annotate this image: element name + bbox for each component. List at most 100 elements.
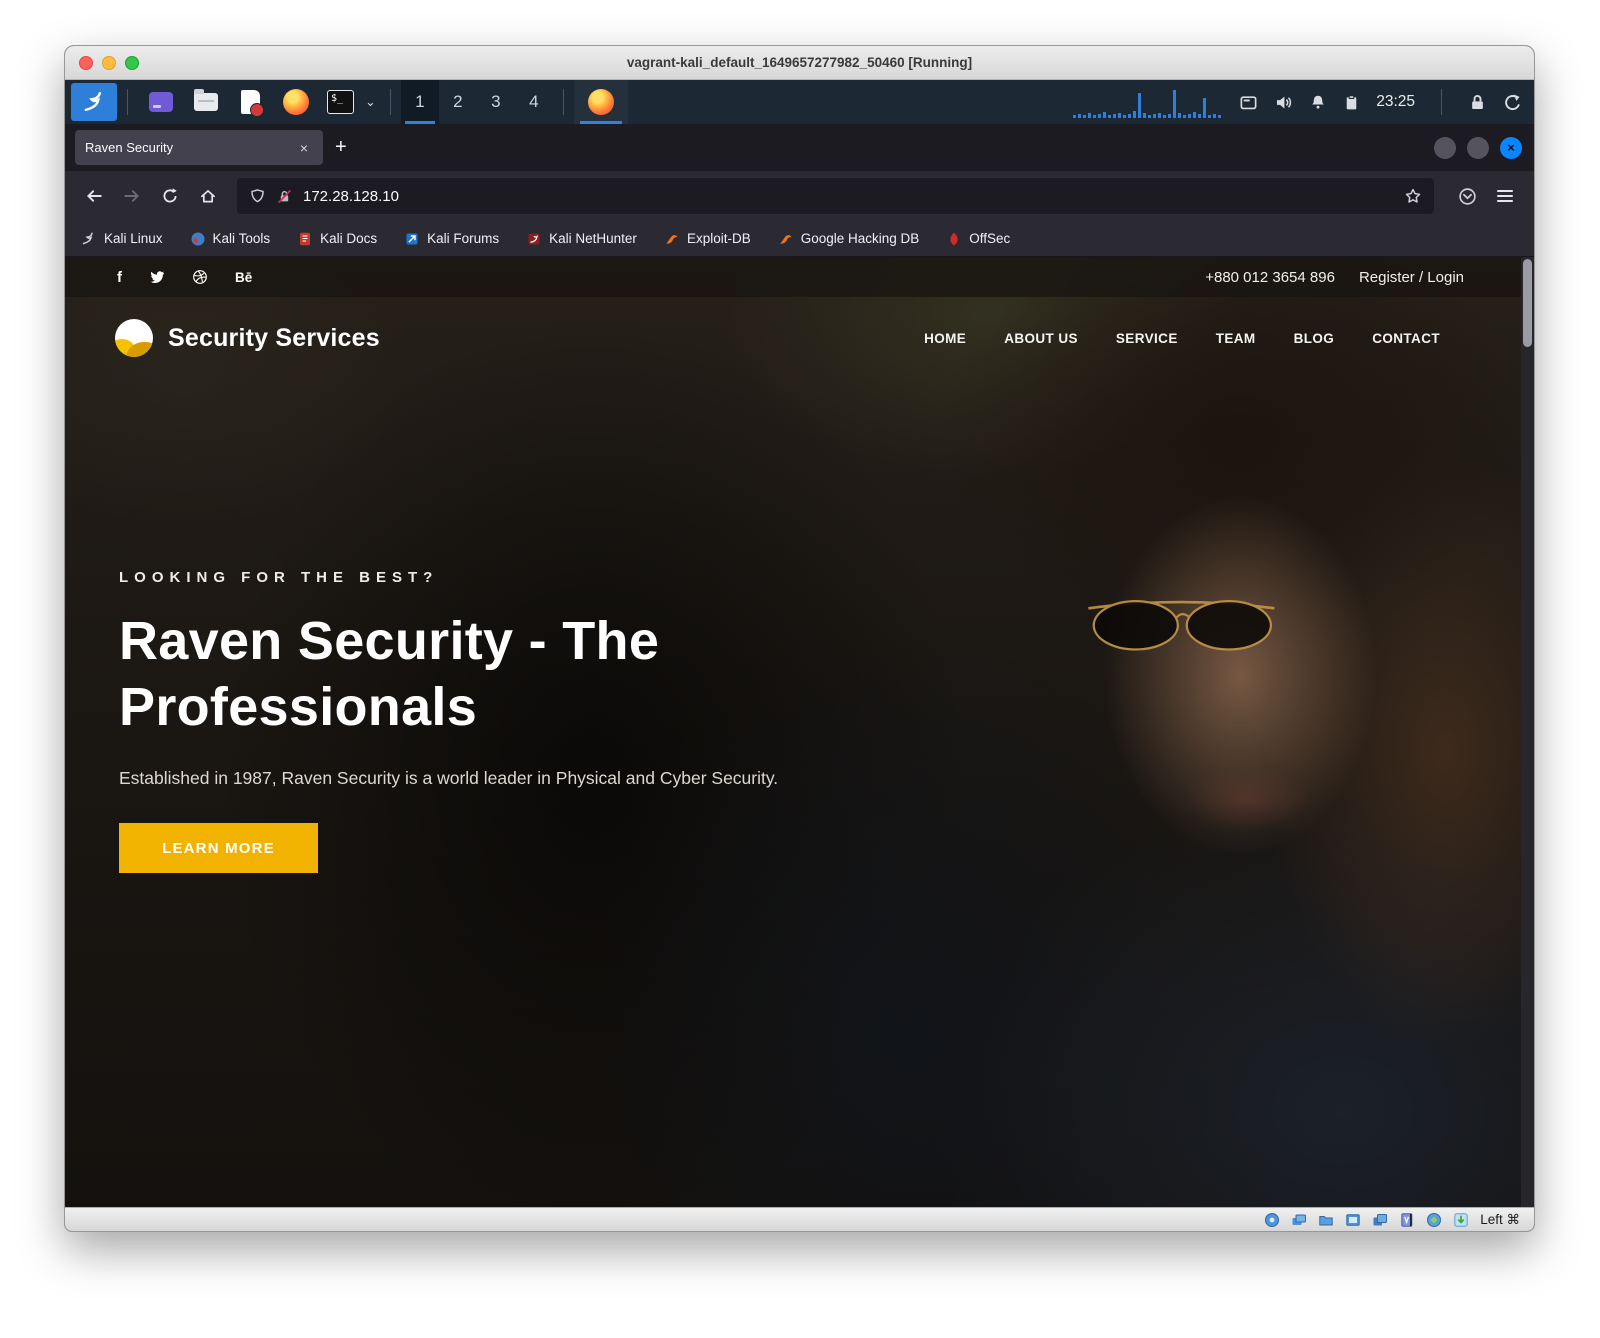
bookmark-kali-forums[interactable]: Kali Forums bbox=[404, 231, 499, 247]
tracking-shield-icon[interactable] bbox=[249, 188, 266, 205]
firefox-tab-bar: Raven Security × + × bbox=[65, 124, 1534, 171]
bookmark-kali-linux[interactable]: Kali Linux bbox=[81, 231, 163, 247]
nav-home[interactable]: HOME bbox=[924, 331, 966, 346]
nav-blog[interactable]: BLOG bbox=[1294, 331, 1335, 346]
volume-indicator[interactable] bbox=[1274, 93, 1293, 112]
back-arrow-icon bbox=[85, 187, 103, 205]
clipboard-icon bbox=[1343, 94, 1360, 111]
site-header: Security Services HOME ABOUT US SERVICE … bbox=[65, 297, 1534, 379]
url-bar[interactable]: 172.28.128.10 bbox=[237, 178, 1434, 214]
panel-clock[interactable]: 23:25 bbox=[1376, 93, 1415, 111]
lock-screen-button[interactable] bbox=[1468, 93, 1487, 112]
tab-close-button[interactable]: × bbox=[295, 138, 313, 158]
bell-icon bbox=[1309, 93, 1327, 111]
dribbble-icon[interactable] bbox=[192, 269, 208, 285]
tab-raven-security[interactable]: Raven Security × bbox=[75, 130, 323, 165]
host-io-indicator-icon bbox=[1453, 1212, 1469, 1228]
hero-section: LOOKING FOR THE BEST? Raven Security - T… bbox=[119, 569, 839, 873]
logout-button[interactable] bbox=[1503, 93, 1522, 112]
forward-button[interactable] bbox=[115, 179, 149, 213]
recording-indicator-icon bbox=[1372, 1212, 1388, 1228]
pocket-button[interactable] bbox=[1450, 179, 1484, 213]
panel-separator bbox=[390, 89, 391, 115]
home-button[interactable] bbox=[191, 179, 225, 213]
site-logo[interactable]: Security Services bbox=[115, 319, 380, 357]
launcher-firefox[interactable] bbox=[282, 89, 309, 116]
bookmark-kali-docs[interactable]: Kali Docs bbox=[297, 231, 377, 247]
logo-icon bbox=[115, 319, 153, 357]
window-title: vagrant-kali_default_1649657277982_50460… bbox=[65, 55, 1534, 70]
kali-menu-button[interactable] bbox=[71, 83, 117, 121]
reload-button[interactable] bbox=[153, 179, 187, 213]
brand-name: Security Services bbox=[168, 324, 380, 353]
firefox-icon bbox=[283, 89, 309, 115]
learn-more-button[interactable]: LEARN MORE bbox=[119, 823, 318, 873]
menu-button[interactable] bbox=[1488, 179, 1522, 213]
power-icon bbox=[1503, 93, 1522, 112]
bookmark-star-icon[interactable] bbox=[1404, 187, 1422, 205]
launcher-appearance[interactable] bbox=[147, 89, 174, 116]
bookmark-kali-tools[interactable]: Kali Tools bbox=[190, 231, 271, 247]
browser-maximize-button[interactable] bbox=[1467, 137, 1489, 159]
virtualbox-statusbar: Left ⌘ bbox=[65, 1207, 1534, 1231]
bookmark-offsec[interactable]: OffSec bbox=[946, 231, 1010, 247]
kali-nethunter-icon bbox=[526, 231, 542, 247]
workspace-2[interactable]: 2 bbox=[439, 80, 477, 124]
register-login-link[interactable]: Register / Login bbox=[1359, 269, 1464, 286]
cpu-graph[interactable] bbox=[1073, 86, 1223, 118]
insecure-lock-icon[interactable] bbox=[276, 188, 293, 205]
facebook-icon[interactable]: f bbox=[117, 269, 122, 286]
url-text[interactable]: 172.28.128.10 bbox=[303, 188, 1394, 205]
browser-close-button[interactable]: × bbox=[1500, 137, 1522, 159]
speaker-icon bbox=[1274, 93, 1293, 112]
panel-separator bbox=[563, 89, 564, 115]
browser-minimize-button[interactable] bbox=[1434, 137, 1456, 159]
back-button[interactable] bbox=[77, 179, 111, 213]
window-titlebar[interactable]: vagrant-kali_default_1649657277982_50460… bbox=[65, 46, 1534, 80]
notifications-indicator[interactable] bbox=[1309, 93, 1327, 111]
behance-icon[interactable]: Bē bbox=[235, 270, 252, 285]
hamburger-icon bbox=[1497, 190, 1513, 203]
kali-dragon-icon bbox=[81, 89, 107, 115]
nav-about-us[interactable]: ABOUT US bbox=[1004, 331, 1078, 346]
bookmark-kali-nethunter[interactable]: Kali NetHunter bbox=[526, 231, 637, 247]
twitter-icon[interactable] bbox=[149, 269, 165, 285]
bookmark-exploit-db[interactable]: Exploit-DB bbox=[664, 231, 751, 247]
workspace-3[interactable]: 3 bbox=[477, 80, 515, 124]
home-icon bbox=[199, 187, 217, 205]
workspace-4[interactable]: 4 bbox=[515, 80, 553, 124]
folder-icon bbox=[194, 93, 218, 111]
new-tab-button[interactable]: + bbox=[323, 136, 359, 159]
nav-team[interactable]: TEAM bbox=[1216, 331, 1256, 346]
hero-title: Raven Security - The Professionals bbox=[119, 608, 839, 740]
offsec-icon bbox=[946, 231, 962, 247]
main-navigation: HOME ABOUT US SERVICE TEAM BLOG CONTACT bbox=[924, 331, 1440, 346]
launcher-file-manager[interactable] bbox=[192, 89, 219, 116]
launcher-text-editor[interactable] bbox=[237, 89, 264, 116]
display-indicator-icon bbox=[1345, 1212, 1361, 1228]
sunglasses-graphic bbox=[1083, 594, 1280, 657]
scrollbar-thumb[interactable] bbox=[1523, 259, 1532, 347]
taskbar-firefox-window[interactable] bbox=[574, 80, 628, 124]
workspace-1[interactable]: 1 bbox=[401, 80, 439, 124]
monitor-icon bbox=[1239, 93, 1258, 112]
features-indicator-icon bbox=[1399, 1212, 1415, 1228]
phone-number: +880 012 3654 896 bbox=[1205, 269, 1335, 286]
launcher-terminal[interactable]: $_ bbox=[327, 89, 354, 116]
pocket-icon bbox=[1458, 187, 1477, 206]
page-scrollbar[interactable] bbox=[1521, 257, 1534, 1207]
site-topbar: f Bē +880 012 3654 896 Register / Login bbox=[65, 257, 1534, 297]
bookmark-google-hacking-db[interactable]: Google Hacking DB bbox=[778, 231, 920, 247]
lock-icon bbox=[1468, 93, 1487, 112]
kali-tools-icon bbox=[190, 231, 206, 247]
clipboard-indicator[interactable] bbox=[1343, 94, 1360, 111]
screen-indicator[interactable] bbox=[1239, 93, 1258, 112]
nav-service[interactable]: SERVICE bbox=[1116, 331, 1178, 346]
bookmarks-toolbar: Kali Linux Kali Tools Kali Docs Kali For… bbox=[65, 221, 1534, 257]
nav-contact[interactable]: CONTACT bbox=[1372, 331, 1440, 346]
host-key-label: Left ⌘ bbox=[1480, 1212, 1520, 1228]
mouse-integration-indicator-icon bbox=[1426, 1212, 1442, 1228]
chevron-down-icon[interactable]: ⌄ bbox=[365, 94, 376, 110]
kali-docs-icon bbox=[297, 231, 313, 247]
kali-taskbar: $_ ⌄ 1 2 3 4 bbox=[65, 80, 1534, 124]
